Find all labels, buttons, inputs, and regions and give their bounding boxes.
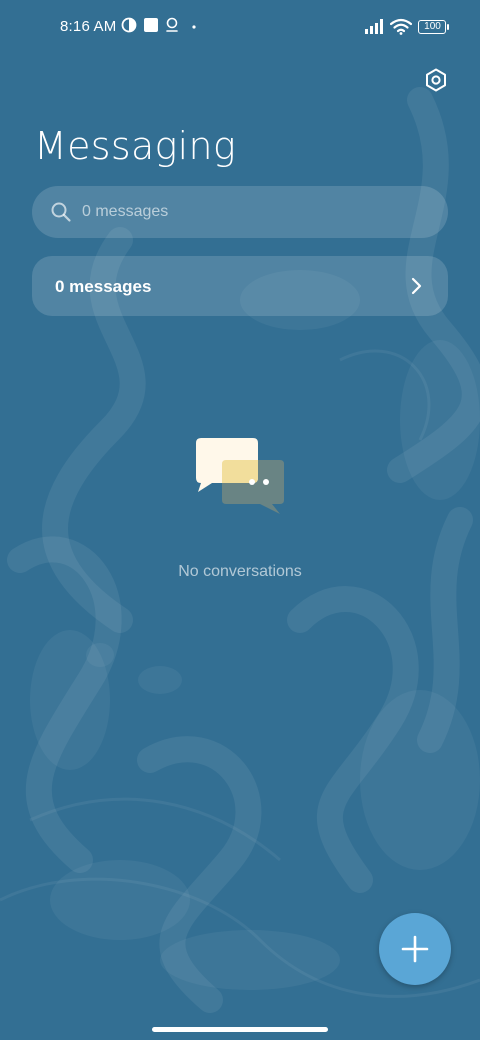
search-bar[interactable]: 0 messages: [32, 186, 448, 238]
location-icon: [166, 17, 178, 32]
status-time: 8:16 AM: [60, 18, 117, 35]
settings-icon: [426, 68, 446, 92]
new-conversation-button[interactable]: [379, 913, 451, 985]
search-icon: [51, 202, 71, 222]
chat-bubbles-icon: [196, 438, 284, 514]
messages-summary-label: 0 messages: [55, 277, 152, 296]
empty-state-text: No conversations: [178, 563, 302, 580]
chevron-right-icon: [411, 277, 422, 295]
settings-button[interactable]: [420, 64, 452, 96]
messages-summary-row[interactable]: 0 messages: [32, 256, 448, 316]
home-indicator[interactable]: [152, 1027, 328, 1032]
square-icon: [144, 18, 158, 32]
search-input[interactable]: 0 messages: [82, 203, 168, 221]
vpn-icon: [121, 17, 137, 33]
dot-icon: [192, 25, 196, 29]
plus-icon: [401, 935, 429, 963]
page-title: Messaging: [34, 124, 236, 168]
signal-icon: [365, 19, 383, 34]
battery-level: 100: [424, 21, 441, 32]
battery-icon: 100: [418, 20, 449, 34]
wifi-icon: [390, 18, 412, 35]
status-bar: 8:16 AM 100: [0, 0, 480, 56]
